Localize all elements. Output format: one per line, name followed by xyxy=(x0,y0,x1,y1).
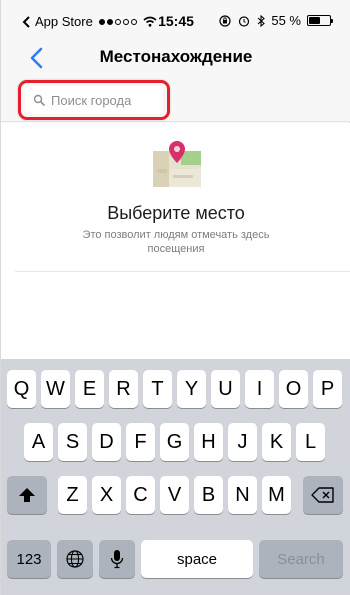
status-right: 55 % xyxy=(219,13,333,28)
key-y[interactable]: Y xyxy=(177,370,206,408)
key-r[interactable]: R xyxy=(109,370,138,408)
key-q[interactable]: Q xyxy=(7,370,36,408)
status-bar: App Store 15:45 55 % xyxy=(1,0,350,38)
backspace-icon xyxy=(311,487,334,503)
key-n[interactable]: N xyxy=(228,476,257,514)
key-e[interactable]: E xyxy=(75,370,104,408)
key-i[interactable]: I xyxy=(245,370,274,408)
bluetooth-icon xyxy=(257,14,266,27)
key-g[interactable]: G xyxy=(160,423,189,461)
key-v[interactable]: V xyxy=(160,476,189,514)
key-j[interactable]: J xyxy=(228,423,257,461)
dictation-key[interactable] xyxy=(99,540,135,578)
key-d[interactable]: D xyxy=(92,423,121,461)
key-w[interactable]: W xyxy=(41,370,70,408)
microphone-icon xyxy=(110,550,124,569)
phone-screen: App Store 15:45 55 % Местонахождение Пои… xyxy=(0,0,350,595)
keyboard: Q W E R T Y U I O P A S D F G H J K L Z … xyxy=(1,359,350,595)
empty-state-title: Выберите место xyxy=(107,203,245,223)
key-x[interactable]: X xyxy=(92,476,121,514)
key-u[interactable]: U xyxy=(211,370,240,408)
navigation-bar: Местонахождение xyxy=(1,38,350,78)
key-z[interactable]: Z xyxy=(58,476,87,514)
globe-icon xyxy=(66,550,84,568)
empty-state-subtitle: Это позволит людям отмечать здесь посеще… xyxy=(82,229,270,255)
city-search-input[interactable] xyxy=(51,92,151,108)
divider xyxy=(15,271,350,272)
delete-key[interactable] xyxy=(303,476,343,514)
map-pin-icon xyxy=(153,141,201,187)
alarm-clock-icon xyxy=(239,15,250,27)
search-key[interactable]: Search xyxy=(259,540,343,578)
key-k[interactable]: K xyxy=(262,423,291,461)
key-c[interactable]: C xyxy=(126,476,155,514)
key-o[interactable]: O xyxy=(279,370,308,408)
numbers-key[interactable]: 123 xyxy=(7,540,51,578)
search-bar-container xyxy=(1,78,350,122)
search-icon xyxy=(33,94,45,106)
search-field[interactable] xyxy=(25,86,163,114)
key-t[interactable]: T xyxy=(143,370,172,408)
shift-arrow-icon xyxy=(19,488,35,502)
key-m[interactable]: M xyxy=(262,476,291,514)
page-title: Местонахождение xyxy=(99,47,253,66)
key-a[interactable]: A xyxy=(24,423,53,461)
battery-icon xyxy=(307,15,333,26)
empty-state: Выберите место Это позволит людям отмеча… xyxy=(1,123,350,359)
key-p[interactable]: P xyxy=(313,370,342,408)
key-f[interactable]: F xyxy=(126,423,155,461)
battery-percent: 55 % xyxy=(271,13,301,28)
globe-key[interactable] xyxy=(57,540,93,578)
space-key[interactable]: space xyxy=(141,540,253,578)
key-l[interactable]: L xyxy=(296,423,325,461)
key-h[interactable]: H xyxy=(194,423,223,461)
key-b[interactable]: B xyxy=(194,476,223,514)
key-s[interactable]: S xyxy=(58,423,87,461)
orientation-lock-icon xyxy=(219,14,231,27)
shift-key[interactable] xyxy=(7,476,47,514)
